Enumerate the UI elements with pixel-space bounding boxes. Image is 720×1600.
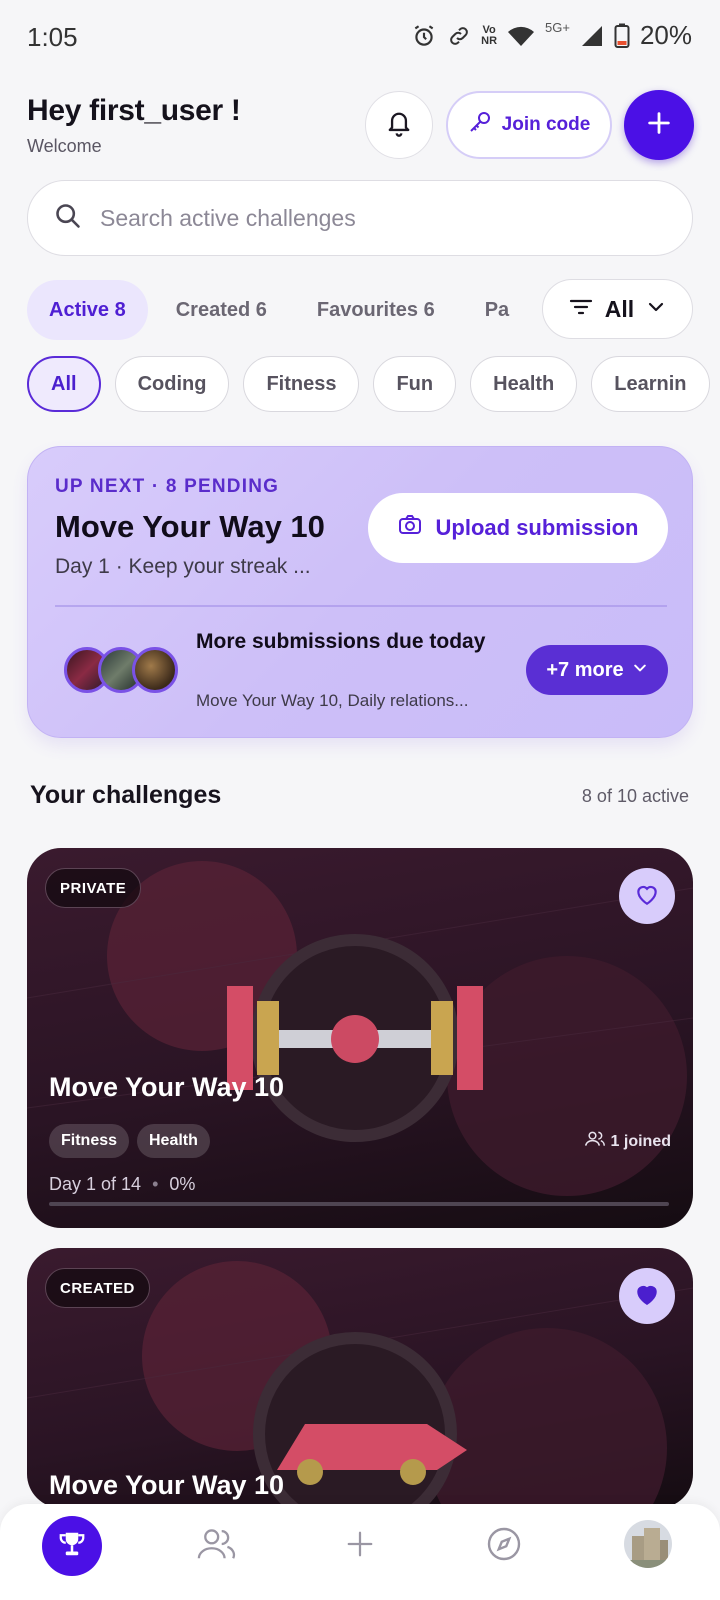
avatar xyxy=(132,647,178,693)
avatar xyxy=(624,1520,672,1568)
nav-community[interactable] xyxy=(186,1516,246,1576)
challenge-title: Move Your Way 10 xyxy=(49,1470,285,1500)
up-next-card[interactable]: UP NEXT · 8 PENDING Move Your Way 10 Day… xyxy=(27,446,693,738)
chip-health[interactable]: Health xyxy=(470,356,578,412)
plus-icon xyxy=(645,109,673,142)
upload-submission-button[interactable]: Upload submission xyxy=(368,493,668,563)
more-submissions-button[interactable]: +7 more xyxy=(526,645,668,695)
trophy-icon xyxy=(57,1529,87,1564)
status-icons: Vo NR 5G+ 20% xyxy=(411,20,692,51)
tab-partial[interactable]: Pa xyxy=(463,280,531,340)
tab-active[interactable]: Active 8 xyxy=(27,280,148,340)
chevron-down-icon xyxy=(632,659,648,682)
bell-icon xyxy=(385,108,413,143)
mobile-network-label: 5G+ xyxy=(545,20,570,35)
greeting-title: Hey first_user ! xyxy=(27,94,241,127)
join-code-button[interactable]: Join code xyxy=(446,91,612,159)
participant-avatars xyxy=(64,647,184,693)
up-next-title: Move Your Way 10 xyxy=(55,509,325,544)
create-challenge-button[interactable] xyxy=(624,90,694,160)
battery-percent: 20% xyxy=(639,20,692,50)
more-submissions-subtitle: Move Your Way 10, Daily relations... xyxy=(196,691,469,710)
bottom-navigation xyxy=(0,1504,720,1600)
plus-icon xyxy=(345,1529,375,1564)
upload-submission-label: Upload submission xyxy=(435,515,639,540)
camera-icon xyxy=(398,514,422,542)
filter-dropdown[interactable]: All xyxy=(542,279,693,339)
nav-challenges[interactable] xyxy=(42,1516,102,1576)
up-next-divider xyxy=(55,605,667,607)
nav-explore[interactable] xyxy=(474,1516,534,1576)
nav-create[interactable] xyxy=(330,1516,390,1576)
search-icon xyxy=(54,202,82,235)
section-title: Your challenges xyxy=(30,781,222,809)
section-count: 8 of 10 active xyxy=(581,786,689,806)
challenge-title: Move Your Way 10 xyxy=(49,1072,285,1102)
category-chips: All Coding Fitness Fun Health Learnin xyxy=(27,356,720,414)
challenge-tag: Health xyxy=(137,1124,210,1158)
heart-outline-icon xyxy=(634,882,660,911)
day-text: Day 1 of 14 xyxy=(49,1174,142,1194)
progress-bar xyxy=(49,1202,669,1206)
up-next-subtitle: Day 1 · Keep your streak ... xyxy=(55,555,311,578)
search-bar[interactable] xyxy=(27,180,693,256)
privacy-badge: PRIVATE xyxy=(45,868,142,908)
chip-learning[interactable]: Learnin xyxy=(591,356,710,412)
greeting-subtitle: Welcome xyxy=(27,136,102,156)
tab-favourites[interactable]: Favourites 6 xyxy=(295,280,457,340)
challenge-card[interactable]: PRIVATE Move Your Way 10 Fitness Health … xyxy=(27,848,693,1228)
search-input[interactable] xyxy=(100,204,620,232)
more-button-label: +7 more xyxy=(546,658,624,681)
challenge-card[interactable]: CREATED Move Your Way 10 xyxy=(27,1248,693,1508)
compass-icon xyxy=(486,1526,522,1567)
up-next-eyebrow: UP NEXT · 8 PENDING xyxy=(55,476,280,497)
participants-count: 1 joined xyxy=(584,1131,671,1152)
separator-dot: • xyxy=(152,1174,159,1194)
more-submissions-title: More submissions due today xyxy=(196,630,486,653)
favourite-button[interactable] xyxy=(619,868,675,924)
signal-icon xyxy=(580,24,604,48)
chip-fun[interactable]: Fun xyxy=(373,356,457,412)
challenge-progress-text: Day 1 of 14 • 0% xyxy=(49,1174,195,1195)
tab-created[interactable]: Created 6 xyxy=(154,280,289,340)
volte-icon: Vo NR xyxy=(481,23,498,47)
chip-fitness[interactable]: Fitness xyxy=(243,356,360,412)
wifi-icon xyxy=(507,24,535,48)
challenge-tag: Fitness xyxy=(49,1124,130,1158)
filter-icon xyxy=(569,296,593,323)
filter-label: All xyxy=(604,295,635,322)
notifications-button[interactable] xyxy=(365,91,433,159)
percent-text: 0% xyxy=(169,1174,196,1194)
link-icon xyxy=(447,24,471,48)
battery-icon xyxy=(614,23,630,49)
status-bar: 1:05 Vo NR 5G+ 20% xyxy=(0,0,720,74)
people-icon xyxy=(196,1528,236,1565)
chip-all[interactable]: All xyxy=(27,356,101,412)
challenge-tabs: Active 8 Created 6 Favourites 6 Pa xyxy=(27,279,542,341)
profile-avatar[interactable] xyxy=(624,1520,672,1568)
joined-label: 1 joined xyxy=(610,1132,671,1150)
key-icon xyxy=(468,110,492,140)
alarm-icon xyxy=(411,23,437,49)
join-code-label: Join code xyxy=(501,114,591,135)
chevron-down-icon xyxy=(646,296,666,323)
ownership-badge: CREATED xyxy=(45,1268,150,1308)
chip-coding[interactable]: Coding xyxy=(114,356,230,412)
status-time: 1:05 xyxy=(27,22,78,52)
heart-filled-icon xyxy=(634,1282,660,1311)
favourite-button[interactable] xyxy=(619,1268,675,1324)
people-icon xyxy=(584,1131,605,1152)
